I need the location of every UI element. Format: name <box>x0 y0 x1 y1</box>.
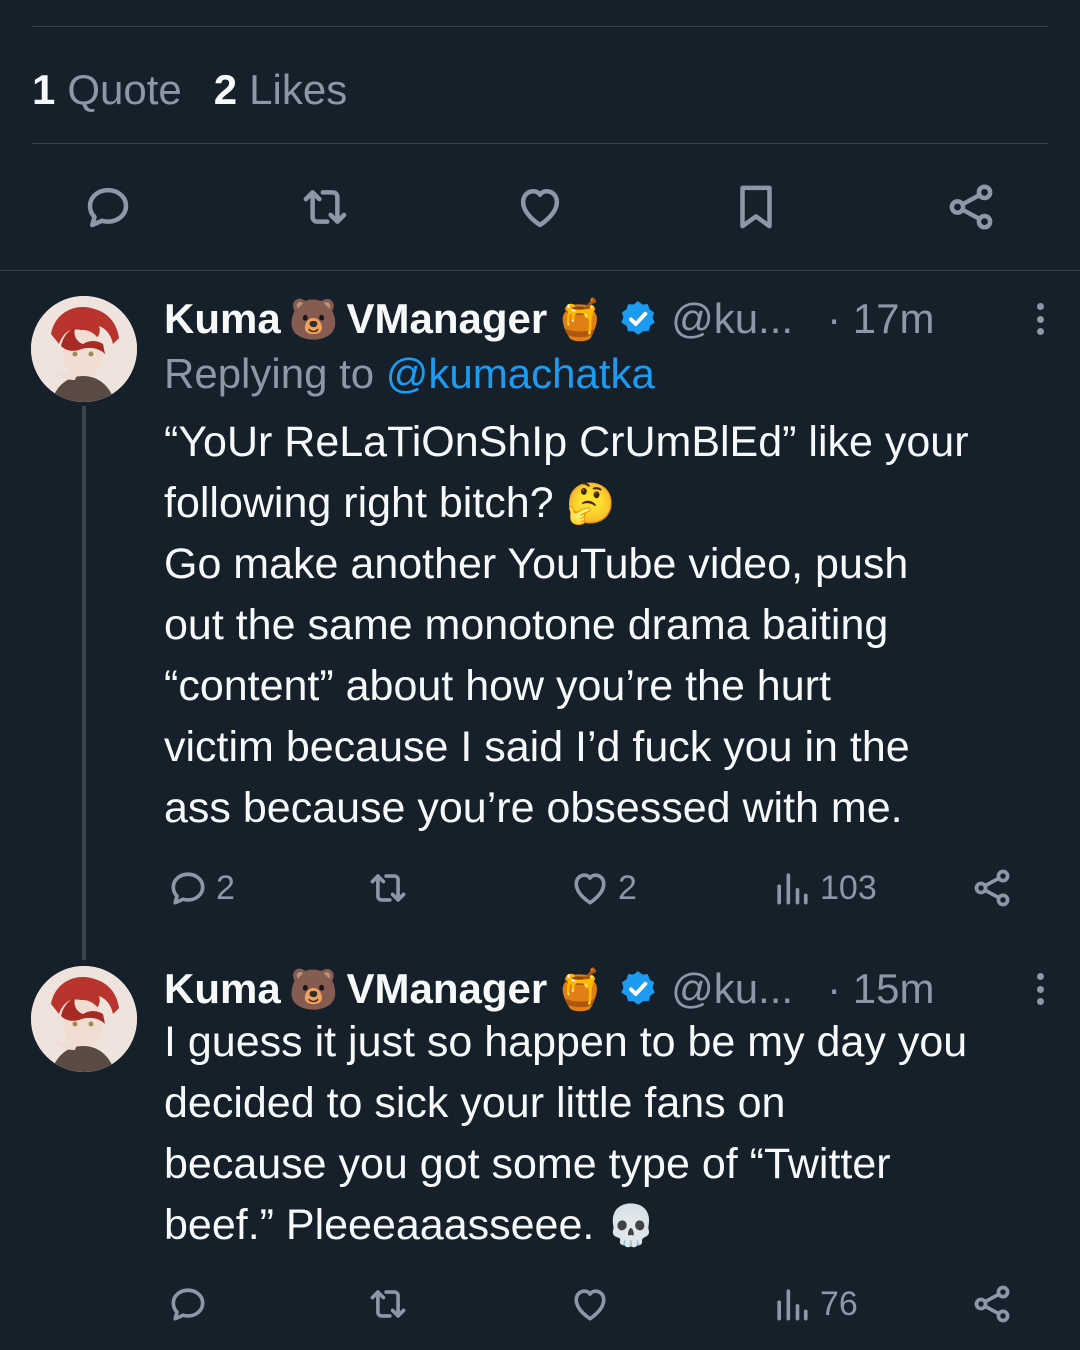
like-icon <box>574 1289 606 1321</box>
action-bar-divider <box>0 270 1080 271</box>
more-options-icon[interactable] <box>1030 299 1050 339</box>
user-handle[interactable]: @ku... <box>671 965 793 1013</box>
engagement-stats: 1 Quote 2 Likes <box>32 60 347 120</box>
share-icon <box>949 184 993 230</box>
bookmark-icon <box>740 185 772 229</box>
reply-icon <box>171 1288 205 1321</box>
honey-pot-emoji: 🍯 <box>555 296 606 343</box>
share-button[interactable] <box>970 858 1014 918</box>
avatar-image <box>31 296 137 402</box>
tweet-header: Kuma 🐻 VManager 🍯 @ku... · 17m <box>164 294 1050 344</box>
bear-emoji: 🐻 <box>288 966 339 1013</box>
retweet-button[interactable] <box>366 1274 410 1334</box>
thinking-face-emoji: 🤔 <box>565 481 616 527</box>
share-button[interactable] <box>970 1274 1014 1334</box>
stats-divider <box>32 143 1048 144</box>
like-button[interactable] <box>568 1274 612 1334</box>
reply-icon <box>171 872 205 905</box>
like-button[interactable]: 2 <box>568 858 637 918</box>
view-count: 76 <box>820 1284 858 1323</box>
bookmark-button[interactable] <box>719 170 793 244</box>
reply-icon <box>87 187 129 228</box>
retweet-button[interactable] <box>288 170 362 244</box>
views-icon <box>777 1289 808 1321</box>
more-options-icon[interactable] <box>1030 969 1050 1009</box>
tweet-text: I guess it just so happen to be my day y… <box>164 1018 968 1249</box>
timestamp[interactable]: · 15m <box>827 965 934 1013</box>
retweet-icon <box>370 874 406 902</box>
share-icon <box>974 869 1010 907</box>
skull-emoji: 💀 <box>606 1203 657 1249</box>
share-button[interactable] <box>934 170 1008 244</box>
tweet-header: Kuma 🐻 VManager 🍯 @ku... · 15m <box>164 964 1050 1014</box>
display-name[interactable]: Kuma <box>164 965 281 1013</box>
reply-button[interactable] <box>166 1274 210 1334</box>
retweet-icon <box>370 1290 406 1318</box>
reply-count: 2 <box>216 868 235 907</box>
avatar[interactable] <box>31 966 137 1072</box>
display-name-suffix[interactable]: VManager <box>347 295 548 343</box>
thread-connector <box>82 406 86 960</box>
verified-badge-icon <box>621 301 655 335</box>
retweet-icon <box>303 190 347 224</box>
display-name-suffix[interactable]: VManager <box>347 965 548 1013</box>
top-divider <box>32 26 1048 27</box>
honey-pot-emoji: 🍯 <box>555 966 606 1013</box>
retweet-button[interactable] <box>366 858 410 918</box>
replying-to: Replying to @kumachatka <box>164 350 655 397</box>
main-action-bar <box>0 170 1080 244</box>
like-button[interactable] <box>503 170 577 244</box>
views-button[interactable]: 103 <box>770 858 877 918</box>
view-count: 103 <box>820 868 877 907</box>
like-count: 2 <box>618 868 637 907</box>
tweet-text: “YoUr ReLaTiOnShIp CrUmBlEd” like your f… <box>164 418 969 832</box>
like-icon <box>574 873 606 905</box>
views-button[interactable]: 76 <box>770 1274 858 1334</box>
reply-mention-link[interactable]: @kumachatka <box>386 350 655 397</box>
reply-button[interactable]: 2 <box>166 858 235 918</box>
views-icon <box>777 873 808 905</box>
verified-badge-icon <box>621 971 655 1005</box>
reply-button[interactable] <box>71 170 145 244</box>
tweet-action-bar: 2 2 103 <box>164 858 1044 918</box>
like-icon <box>520 189 560 228</box>
avatar-image <box>31 966 137 1072</box>
share-icon <box>974 1285 1010 1323</box>
avatar[interactable] <box>31 296 137 402</box>
quotes-stat[interactable]: 1 Quote <box>32 66 182 114</box>
display-name[interactable]: Kuma <box>164 295 281 343</box>
user-handle[interactable]: @ku... <box>671 295 793 343</box>
likes-stat[interactable]: 2 Likes <box>214 66 347 114</box>
bear-emoji: 🐻 <box>288 296 339 343</box>
timestamp[interactable]: · 17m <box>827 295 934 343</box>
tweet-action-bar: 76 <box>164 1274 1044 1334</box>
